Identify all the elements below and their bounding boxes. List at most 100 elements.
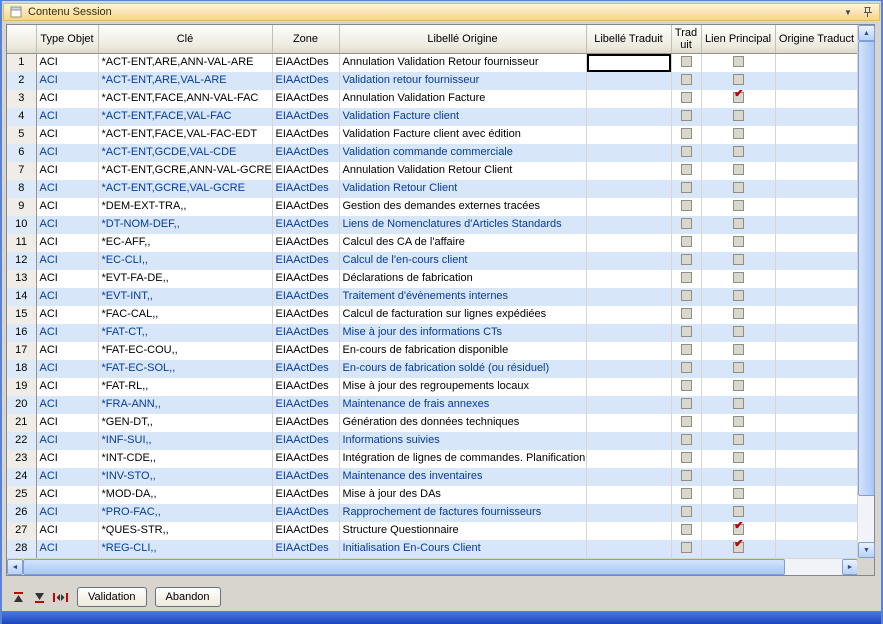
cell-rownum[interactable]: 21 — [7, 414, 36, 432]
cell-cle[interactable]: *INT-CDE,, — [98, 450, 272, 468]
lien-principal-checkbox[interactable] — [733, 506, 744, 517]
cell-traduit[interactable] — [671, 198, 701, 216]
cell-origine-traduction[interactable] — [775, 53, 857, 72]
traduit-checkbox[interactable] — [681, 344, 692, 355]
cell-zone[interactable]: EIAActDes — [272, 198, 339, 216]
traduit-checkbox[interactable] — [681, 290, 692, 301]
cell-libelle-origine[interactable]: Informations suivies — [339, 432, 586, 450]
cell-origine-traduction[interactable] — [775, 72, 857, 90]
cell-lien-principal[interactable] — [701, 252, 775, 270]
lien-principal-checkbox[interactable] — [733, 218, 744, 229]
cell-libelle-origine[interactable]: Structure Questionnaire — [339, 522, 586, 540]
traduit-checkbox[interactable] — [681, 416, 692, 427]
cell-zone[interactable]: EIAActDes — [272, 108, 339, 126]
cell-libelle-origine[interactable]: Génération des données techniques — [339, 414, 586, 432]
cell-cle[interactable]: *ACT-ENT,GCRE,VAL-GCRE — [98, 180, 272, 198]
cell-libelle-traduit[interactable] — [586, 342, 671, 360]
cell-rownum[interactable]: 1 — [7, 53, 36, 72]
cell-libelle-traduit[interactable] — [586, 288, 671, 306]
cell-libelle-origine[interactable]: Validation Retour Client — [339, 180, 586, 198]
cell-type-objet[interactable]: ACI — [36, 53, 98, 72]
cell-traduit[interactable] — [671, 396, 701, 414]
cell-cle[interactable]: *MOD-DA,, — [98, 486, 272, 504]
cell-lien-principal[interactable] — [701, 180, 775, 198]
cell-libelle-traduit[interactable] — [586, 486, 671, 504]
cell-lien-principal[interactable] — [701, 468, 775, 486]
cell-rownum[interactable]: 5 — [7, 126, 36, 144]
cell-traduit[interactable] — [671, 252, 701, 270]
cell-type-objet[interactable]: ACI — [36, 72, 98, 90]
lien-principal-checkbox[interactable] — [733, 164, 744, 175]
cell-libelle-origine[interactable]: Gestion des demandes externes tracées — [339, 198, 586, 216]
cell-libelle-origine[interactable]: Calcul de facturation sur lignes expédié… — [339, 306, 586, 324]
cell-origine-traduction[interactable] — [775, 540, 857, 558]
lien-principal-checkbox[interactable] — [733, 128, 744, 139]
traduit-checkbox[interactable] — [681, 272, 692, 283]
cell-lien-principal[interactable] — [701, 234, 775, 252]
cell-origine-traduction[interactable] — [775, 198, 857, 216]
cell-zone[interactable]: EIAActDes — [272, 432, 339, 450]
cell-origine-traduction[interactable] — [775, 342, 857, 360]
traduit-checkbox[interactable] — [681, 254, 692, 265]
column-header-lien-principal[interactable]: Lien Principal — [701, 25, 775, 53]
traduit-checkbox[interactable] — [681, 308, 692, 319]
lien-principal-checkbox[interactable] — [733, 452, 744, 463]
pin-icon[interactable] — [860, 5, 874, 19]
traduit-checkbox[interactable] — [681, 434, 692, 445]
column-header-traduit[interactable]: Traduit — [671, 25, 701, 53]
cell-type-objet[interactable]: ACI — [36, 180, 98, 198]
cell-origine-traduction[interactable] — [775, 288, 857, 306]
cell-rownum[interactable]: 19 — [7, 378, 36, 396]
lien-principal-checkbox[interactable] — [733, 380, 744, 391]
cell-cle[interactable]: *ACT-ENT,GCRE,ANN-VAL-GCRE — [98, 162, 272, 180]
lien-principal-checkbox[interactable]: ✔ — [733, 524, 744, 535]
cell-lien-principal[interactable] — [701, 414, 775, 432]
cell-cle[interactable]: *PRO-FAC,, — [98, 504, 272, 522]
cell-type-objet[interactable]: ACI — [36, 216, 98, 234]
cell-cle[interactable]: *FAT-EC-COU,, — [98, 342, 272, 360]
lien-principal-checkbox[interactable] — [733, 362, 744, 373]
cell-type-objet[interactable]: ACI — [36, 126, 98, 144]
cell-cle[interactable]: *EVT-INT,, — [98, 288, 272, 306]
cell-lien-principal[interactable] — [701, 216, 775, 234]
cell-libelle-traduit[interactable] — [586, 378, 671, 396]
cell-traduit[interactable] — [671, 126, 701, 144]
cell-lien-principal[interactable] — [701, 504, 775, 522]
cell-type-objet[interactable]: ACI — [36, 540, 98, 558]
cell-type-objet[interactable]: ACI — [36, 342, 98, 360]
cell-cle[interactable]: *FAC-CAL,, — [98, 306, 272, 324]
cell-cle[interactable]: *EVT-FA-DE,, — [98, 270, 272, 288]
cell-type-objet[interactable]: ACI — [36, 270, 98, 288]
cell-origine-traduction[interactable] — [775, 486, 857, 504]
cell-cle[interactable]: *FAT-CT,, — [98, 324, 272, 342]
traduit-checkbox[interactable] — [681, 110, 692, 121]
scroll-right-button[interactable]: ► — [842, 559, 858, 575]
cell-libelle-traduit[interactable] — [586, 360, 671, 378]
traduit-checkbox[interactable] — [681, 146, 692, 157]
cell-libelle-traduit[interactable] — [586, 270, 671, 288]
traduit-checkbox[interactable] — [681, 488, 692, 499]
traduit-checkbox[interactable] — [681, 218, 692, 229]
cell-traduit[interactable] — [671, 486, 701, 504]
cell-rownum[interactable]: 20 — [7, 396, 36, 414]
cell-origine-traduction[interactable] — [775, 180, 857, 198]
cell-lien-principal[interactable]: ✔ — [701, 522, 775, 540]
cell-zone[interactable]: EIAActDes — [272, 72, 339, 90]
traduit-checkbox[interactable] — [681, 524, 692, 535]
cell-lien-principal[interactable] — [701, 144, 775, 162]
column-header-cle[interactable]: Clé — [98, 25, 272, 53]
cell-rownum[interactable]: 15 — [7, 306, 36, 324]
cell-zone[interactable]: EIAActDes — [272, 324, 339, 342]
cell-libelle-origine[interactable]: En-cours de fabrication soldé (ou résidu… — [339, 360, 586, 378]
selected-cell[interactable] — [586, 53, 671, 72]
cell-libelle-traduit[interactable] — [586, 198, 671, 216]
cell-cle[interactable]: *FRA-ANN,, — [98, 396, 272, 414]
cell-zone[interactable]: EIAActDes — [272, 450, 339, 468]
cell-traduit[interactable] — [671, 144, 701, 162]
abandon-button[interactable]: Abandon — [155, 587, 221, 607]
cell-libelle-origine[interactable]: Validation retour fournisseur — [339, 72, 586, 90]
lien-principal-checkbox[interactable] — [733, 470, 744, 481]
column-header-libelle-traduit[interactable]: Libellé Traduit — [586, 25, 671, 53]
cell-libelle-traduit[interactable] — [586, 306, 671, 324]
cell-origine-traduction[interactable] — [775, 378, 857, 396]
